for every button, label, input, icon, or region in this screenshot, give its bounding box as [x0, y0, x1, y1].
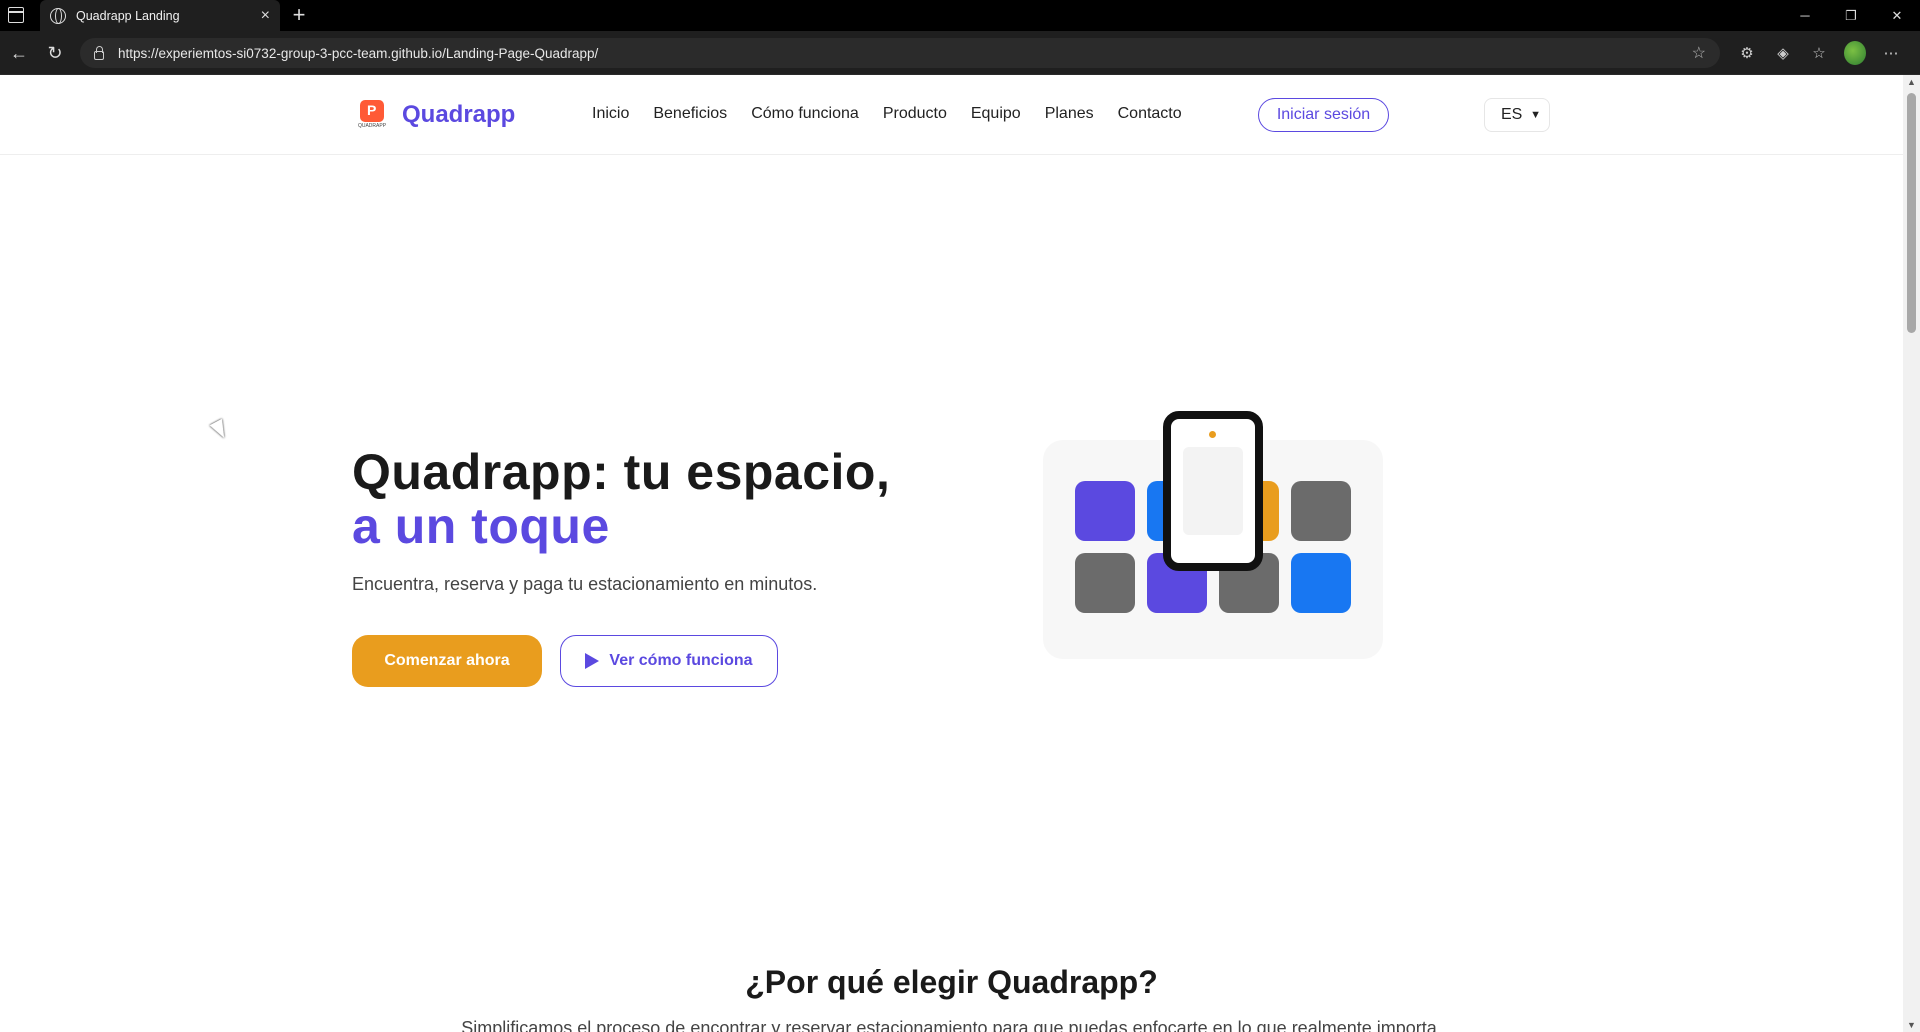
hero-title-accent: a un toque	[352, 498, 610, 554]
restore-button[interactable]: ❐	[1828, 0, 1874, 31]
phone-screen	[1183, 447, 1243, 535]
nav-beneficios[interactable]: Beneficios	[653, 105, 727, 123]
why-section-subtitle: Simplificamos el proceso de encontrar y …	[461, 1018, 1442, 1032]
nav-planes[interactable]: Planes	[1045, 105, 1094, 123]
nav-inicio[interactable]: Inicio	[592, 105, 629, 123]
tab-close-icon[interactable]: ×	[261, 7, 270, 25]
refresh-icon[interactable]: ↻	[44, 42, 66, 64]
address-bar-row: ← ↻ https://experiemtos-si0732-group-3-p…	[0, 31, 1920, 75]
url-text[interactable]: https://experiemtos-si0732-group-3-pcc-t…	[118, 46, 1692, 61]
tab-actions-icon[interactable]	[8, 7, 24, 23]
play-icon	[585, 653, 600, 669]
extensions-icon[interactable]: ⚙	[1736, 44, 1758, 62]
nav-como-funciona[interactable]: Cómo funciona	[751, 105, 859, 123]
parking-tile-purple	[1075, 481, 1135, 541]
logo-mark-icon	[360, 100, 384, 122]
start-now-button[interactable]: Comenzar ahora	[352, 635, 542, 687]
quadrapp-logo[interactable]: QUADRAPP	[357, 100, 387, 130]
close-window-button[interactable]: ✕	[1874, 0, 1920, 31]
lock-icon	[94, 45, 104, 60]
nav-equipo[interactable]: Equipo	[971, 105, 1021, 123]
phone-camera-dot	[1209, 431, 1216, 438]
hero-subtitle: Encuentra, reserva y paga tu estacionami…	[352, 574, 818, 594]
window-controls: ─ ❐ ✕	[1782, 0, 1920, 31]
browser-tab-bar: Quadrapp Landing × + ─ ❐ ✕	[0, 0, 1920, 31]
parking-tile-gray	[1075, 553, 1135, 613]
favorite-star-icon[interactable]: ☆	[1692, 43, 1706, 63]
language-select[interactable]: ES ▼	[1484, 98, 1550, 132]
profile-avatar[interactable]	[1844, 41, 1866, 65]
back-arrow-icon[interactable]: ←	[8, 42, 30, 64]
brand-name[interactable]: Quadrapp	[402, 101, 515, 129]
main-nav: Inicio Beneficios Cómo funciona Producto…	[592, 105, 1182, 123]
phone-icon	[1163, 411, 1263, 571]
see-how-it-works-button[interactable]: Ver cómo funciona	[560, 635, 778, 687]
scroll-up-icon[interactable]: ▲	[1907, 77, 1916, 87]
site-header: QUADRAPP Quadrapp Inicio Beneficios Cómo…	[0, 75, 1903, 155]
hero-title-main: Quadrapp: tu espacio,	[352, 444, 891, 500]
language-value: ES	[1501, 106, 1523, 123]
chevron-down-icon: ▼	[1530, 109, 1541, 121]
scroll-down-icon[interactable]: ▼	[1907, 1020, 1916, 1030]
see-how-label: Ver cómo funciona	[609, 652, 753, 669]
favorites-icon[interactable]: ☆	[1808, 44, 1830, 62]
page-scrollbar[interactable]: ▲ ▼	[1903, 75, 1920, 1032]
minimize-button[interactable]: ─	[1782, 0, 1828, 31]
url-field[interactable]: https://experiemtos-si0732-group-3-pcc-t…	[80, 38, 1720, 68]
globe-icon	[50, 7, 66, 24]
parking-tile-gray	[1291, 481, 1351, 541]
nav-contacto[interactable]: Contacto	[1118, 105, 1182, 123]
browser-toolbar-icons: ⚙ ◈ ☆ ⋯	[1736, 41, 1902, 65]
logo-small-text: QUADRAPP	[357, 123, 387, 129]
why-section-title: ¿Por qué elegir Quadrapp?	[745, 964, 1158, 1000]
scroll-thumb[interactable]	[1907, 93, 1916, 333]
copilot-icon[interactable]: ◈	[1772, 44, 1794, 62]
login-button[interactable]: Iniciar sesión	[1258, 98, 1389, 132]
tab-title: Quadrapp Landing	[76, 8, 180, 23]
hero-title: Quadrapp: tu espacio, a un toque	[352, 445, 912, 553]
nav-producto[interactable]: Producto	[883, 105, 947, 123]
parking-tile-blue	[1291, 553, 1351, 613]
new-tab-button[interactable]: +	[287, 4, 311, 28]
more-menu-icon[interactable]: ⋯	[1880, 44, 1902, 62]
mouse-cursor-icon	[209, 418, 231, 442]
page-viewport: QUADRAPP Quadrapp Inicio Beneficios Cómo…	[0, 75, 1920, 1032]
browser-tab[interactable]: Quadrapp Landing ×	[40, 0, 280, 31]
